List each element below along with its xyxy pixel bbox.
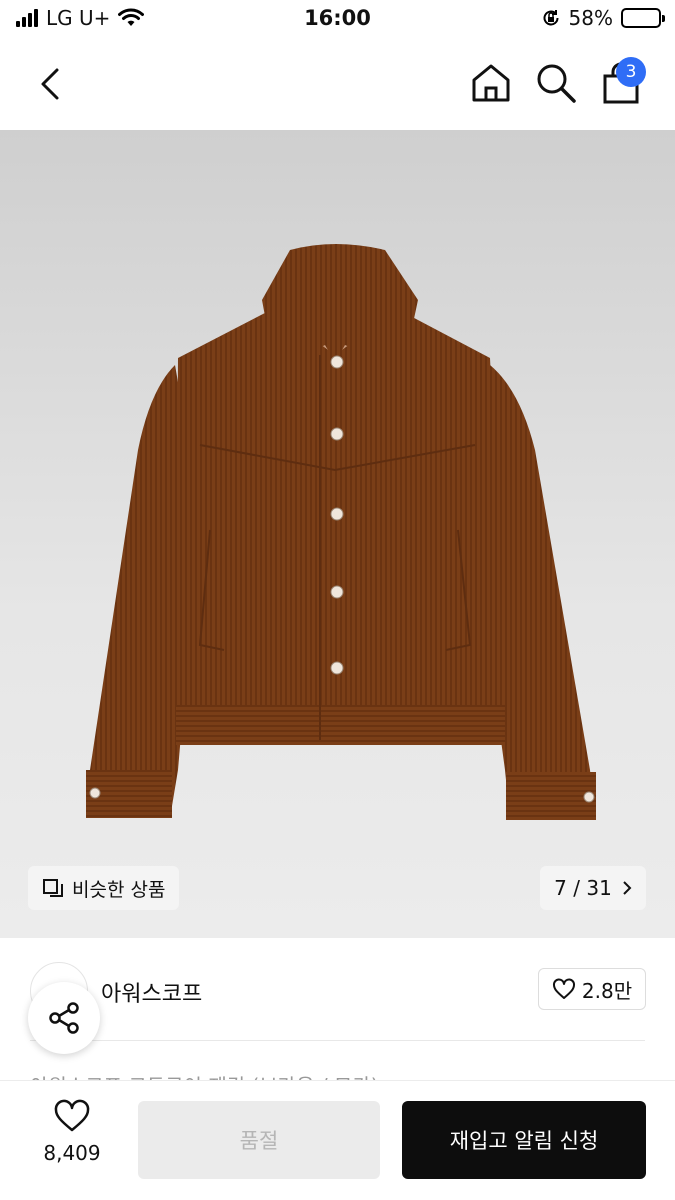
product-image-carousel[interactable]: 비슷한 상품 7 / 31	[0, 130, 675, 938]
battery-percent: 58%	[568, 6, 613, 30]
share-button[interactable]	[28, 982, 100, 1054]
status-right: 58%	[541, 6, 665, 30]
bottom-action-bar: 8,409 품절 재입고 알림 신청	[0, 1080, 675, 1200]
image-page-counter[interactable]: 7 / 31	[540, 866, 646, 910]
divider	[30, 1040, 645, 1041]
home-icon[interactable]	[468, 60, 514, 106]
brand-row: 아워스코프 2.8만	[0, 938, 675, 1042]
battery-icon	[621, 8, 665, 28]
page-counter-label: 7 / 31	[554, 876, 612, 900]
similar-products-button[interactable]: 비슷한 상품	[28, 866, 180, 910]
back-icon[interactable]	[30, 62, 74, 106]
share-icon	[49, 1002, 79, 1034]
similar-items-icon	[43, 879, 63, 897]
chevron-right-icon	[623, 881, 632, 895]
status-bar: LG U+ 16:00 58%	[0, 0, 675, 40]
search-icon[interactable]	[534, 60, 578, 106]
brand-like-button[interactable]: 2.8만	[538, 968, 646, 1010]
wishlist-count: 8,409	[43, 1141, 101, 1165]
soldout-button[interactable]: 품절	[138, 1101, 380, 1179]
heart-icon	[552, 978, 575, 999]
wishlist-button[interactable]: 8,409	[30, 1099, 114, 1179]
product-image	[86, 244, 596, 820]
orientation-lock-icon	[543, 10, 559, 26]
brand-name[interactable]: 아워스코프	[101, 976, 202, 1008]
restock-alert-button[interactable]: 재입고 알림 신청	[402, 1101, 646, 1179]
heart-icon	[54, 1099, 90, 1132]
brand-like-count: 2.8만	[581, 978, 633, 1003]
similar-products-label: 비슷한 상품	[72, 878, 166, 901]
cart-badge: 3	[616, 57, 646, 87]
top-nav-bar	[0, 40, 675, 130]
